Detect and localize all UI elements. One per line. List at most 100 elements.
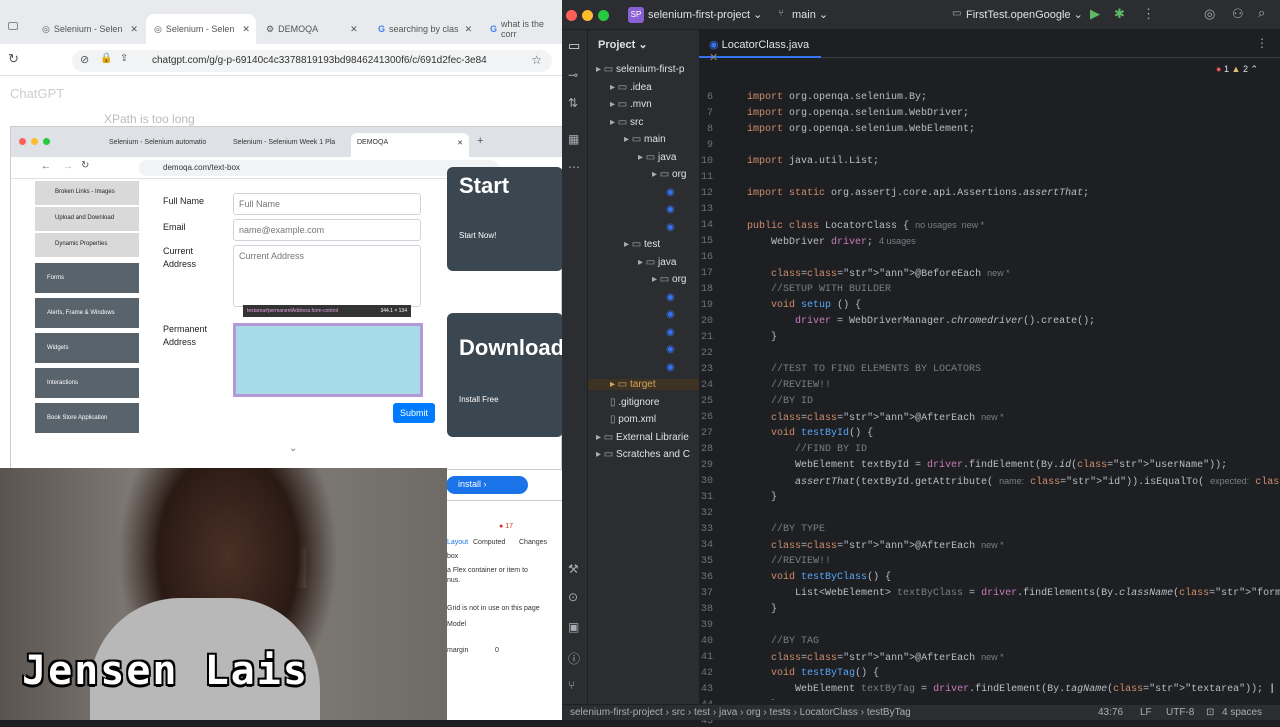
browser-tab[interactable]: ◎ Selenium - Selen ✕ <box>34 14 144 44</box>
window-max-dot[interactable] <box>43 138 50 145</box>
submit-button[interactable]: Submit <box>393 403 435 423</box>
tree-item[interactable]: ▸ ▭ java <box>638 257 676 268</box>
code-line[interactable]: class=class="str">"ann">@AfterEach new * <box>747 412 1004 424</box>
services-icon[interactable]: ⊙ <box>568 590 578 604</box>
breadcrumb-item[interactable]: LocatorClass <box>800 707 858 718</box>
close-icon[interactable]: ✕ <box>457 139 463 147</box>
url-field[interactable]: ⊘ 🔒 ⇪ chatgpt.com/g/g-p-69140c4c33788191… <box>72 50 552 72</box>
code-line[interactable]: import static org.assertj.core.api.Asser… <box>747 188 1089 199</box>
tree-item[interactable]: ▸ ▭ main <box>624 134 666 145</box>
lock-icon[interactable]: ⊡ <box>1206 707 1214 718</box>
window-close-dot[interactable] <box>566 10 577 21</box>
code-line[interactable]: } <box>747 492 777 503</box>
current-address-textarea[interactable]: Current Address <box>233 245 421 307</box>
more-tabs-icon[interactable]: ⋮ <box>1256 36 1268 50</box>
breadcrumb-item[interactable]: selenium-first-project <box>570 707 663 718</box>
indent[interactable]: 4 spaces <box>1222 707 1262 718</box>
code-line[interactable]: //BY TYPE <box>747 524 825 535</box>
code-line[interactable]: //FIND BY ID <box>747 444 867 455</box>
breadcrumb-item[interactable]: org <box>746 707 760 718</box>
ai-assistant-icon[interactable]: ◎ <box>1204 6 1215 22</box>
sidebar-item-dynamic[interactable]: Dynamic Properties <box>35 233 139 257</box>
tree-item[interactable]: ▸ ▭ Scratches and C <box>596 449 690 460</box>
browser-tab[interactable]: ⚙ DEMOQA ✕ <box>258 14 368 44</box>
inner-tab[interactable]: Selenium - Selenium Week 1 Pla <box>227 133 349 157</box>
inner-tab[interactable]: Selenium - Selenium automatio <box>103 133 225 157</box>
full-name-input[interactable]: Full Name <box>233 193 421 215</box>
browser-tab[interactable]: Gsearching by clas ✕ <box>370 14 480 44</box>
forward-icon[interactable]: → <box>63 161 73 172</box>
code-line[interactable]: List<WebElement> textByClass = driver.fi… <box>747 588 1280 599</box>
sidebar-group-forms[interactable]: Forms <box>35 263 139 293</box>
code-line[interactable]: class=class="str">"ann">@AfterEach new * <box>747 540 1004 552</box>
reload-icon[interactable]: ↻ <box>8 51 19 67</box>
pull-requests-icon[interactable]: ⇅ <box>568 96 578 110</box>
encoding[interactable]: UTF-8 <box>1166 707 1194 718</box>
code-line[interactable]: import org.openqa.selenium.WebElement; <box>747 124 975 135</box>
tab-computed[interactable]: Computed <box>473 539 505 546</box>
tree-item[interactable]: ▸ ▭ src <box>610 117 643 128</box>
tree-item[interactable]: ▸ ▭ test <box>624 239 660 250</box>
code-line[interactable]: //TEST TO FIND ELEMENTS BY LOCATORS <box>747 364 981 375</box>
window-max-dot[interactable] <box>598 10 609 21</box>
code-line[interactable]: import java.util.List; <box>747 156 879 167</box>
close-icon[interactable]: ✕ <box>350 24 358 35</box>
chevron-down-icon[interactable]: ⌄ <box>289 443 297 454</box>
line-ending[interactable]: LF <box>1140 707 1152 718</box>
browser-tab[interactable]: Gwhat is the corr <box>482 14 562 44</box>
tree-item[interactable]: ◉ <box>666 362 675 373</box>
project-name[interactable]: selenium-first-project ⌄ <box>648 8 762 21</box>
tree-item[interactable]: ◉ <box>666 204 675 215</box>
tab-changes[interactable]: Changes <box>519 539 547 546</box>
browser-tab-active[interactable]: ◎ Selenium - Selen ✕ <box>146 14 256 44</box>
code-line[interactable]: WebElement textByTag = driver.findElemen… <box>747 684 1275 695</box>
tree-item[interactable]: ▸ ▭ org <box>652 169 686 180</box>
breadcrumb-item[interactable]: test <box>694 707 710 718</box>
code-line[interactable]: //REVIEW!! <box>747 556 831 567</box>
project-panel-title[interactable]: Project ⌄ <box>598 38 648 51</box>
code-line[interactable]: void testByClass() { <box>747 572 891 583</box>
window-close-dot[interactable] <box>19 138 26 145</box>
tree-item[interactable]: ◉ <box>666 292 675 303</box>
more-tools-icon[interactable]: ⋯ <box>568 160 580 174</box>
code-line[interactable]: } <box>747 604 777 615</box>
close-icon[interactable]: ✕ <box>130 24 138 35</box>
code-line[interactable]: void testByTag() { <box>747 668 879 679</box>
code-line[interactable]: } <box>747 332 777 343</box>
bookmark-star-icon[interactable]: ☆ <box>531 53 542 67</box>
sidebar-group-interactions[interactable]: Interactions <box>35 368 139 398</box>
tree-item[interactable]: ▸ ▭ selenium-first-p <box>596 64 684 75</box>
folder-icon[interactable]: ▭ <box>568 38 580 54</box>
code-line[interactable]: class=class="str">"ann">@AfterEach new * <box>747 652 1004 664</box>
sidebar-item-upload[interactable]: Upload and Download <box>35 207 139 231</box>
new-tab-icon[interactable]: + <box>477 135 483 147</box>
problems-icon[interactable]: ⓘ <box>568 650 580 667</box>
ad-card-download[interactable]: Download Install Free <box>447 313 562 437</box>
window-min-dot[interactable] <box>31 138 38 145</box>
tree-item[interactable]: ▸ ▭ org <box>652 274 686 285</box>
editor-tab-active[interactable]: ◉ LocatorClass.java ✕ <box>699 30 821 64</box>
sidebar-item-broken-links[interactable]: Broken Links - Images <box>35 181 139 205</box>
window-min-dot[interactable] <box>582 10 593 21</box>
tree-item[interactable]: ◉ <box>666 327 675 338</box>
breadcrumb-item[interactable]: tests <box>770 707 791 718</box>
chatgpt-header[interactable]: ChatGPT <box>10 86 64 101</box>
reload-icon[interactable]: ↻ <box>81 160 89 171</box>
code-area[interactable]: import org.openqa.selenium.By; import org… <box>747 60 1280 700</box>
code-line[interactable]: import org.openqa.selenium.By; <box>747 92 927 103</box>
code-line[interactable]: //BY ID <box>747 396 813 407</box>
sidebar-group-alerts[interactable]: Alerts, Frame & Windows <box>35 298 139 328</box>
tree-item[interactable]: ▸ ▭ java <box>638 152 676 163</box>
sidebar-group-widgets[interactable]: Widgets <box>35 333 139 363</box>
ad-card-start[interactable]: Start Start Now! <box>447 167 562 271</box>
tree-item[interactable]: ◉ <box>666 309 675 320</box>
run-icon[interactable]: ▶ <box>1090 6 1100 22</box>
install-button[interactable]: install › <box>446 476 528 494</box>
search-icon[interactable]: ⌕ <box>1258 5 1265 21</box>
tree-item[interactable]: ◉ <box>666 187 675 198</box>
tree-item[interactable]: ▯ .gitignore <box>610 397 659 408</box>
branch-selector[interactable]: main ⌄ <box>792 8 828 21</box>
sidebar-group-bookstore[interactable]: Book Store Application <box>35 403 139 433</box>
tree-item[interactable]: ▸ ▭ External Librarie <box>596 432 689 443</box>
terminal-icon[interactable]: ▣ <box>568 620 579 634</box>
